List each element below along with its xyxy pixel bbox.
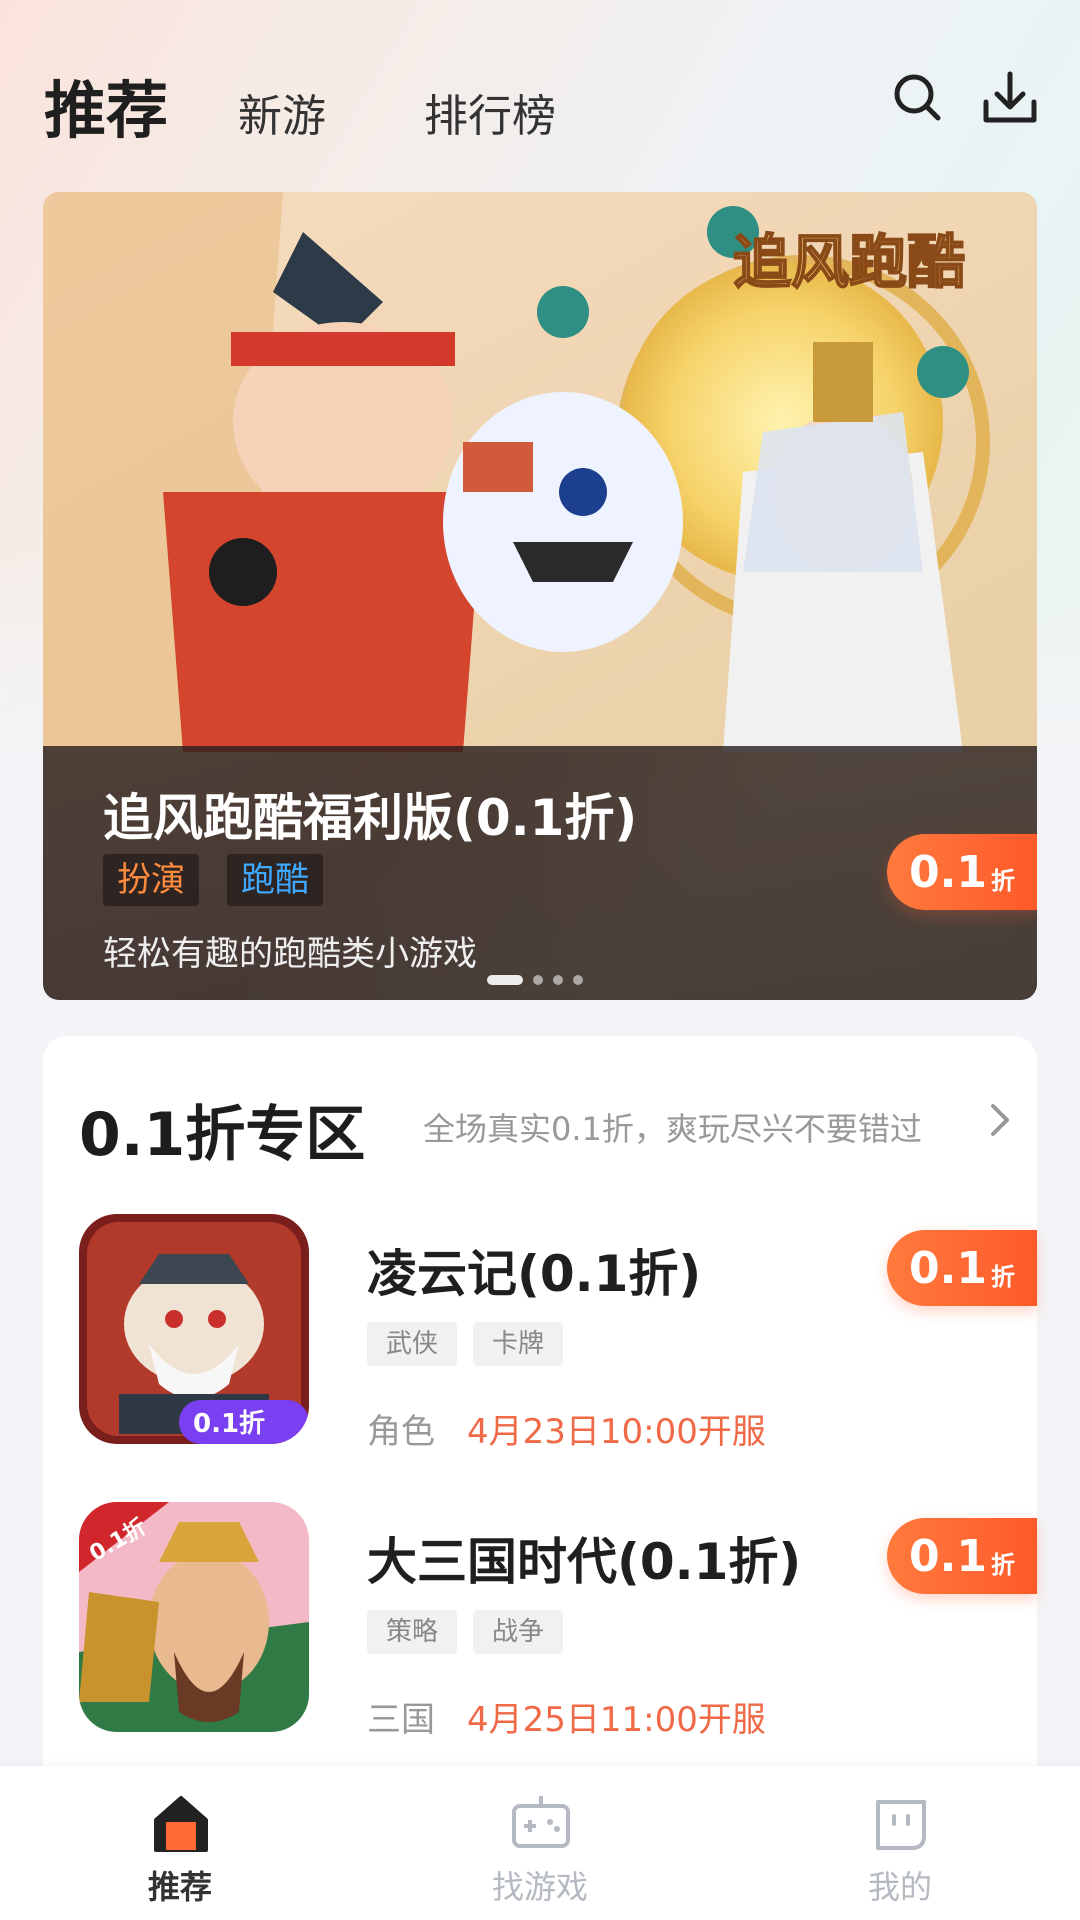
game-open-time: 4月25日11:00开服 [467, 1700, 766, 1740]
carousel-dot[interactable] [533, 975, 543, 985]
discount-unit: 折 [990, 1550, 1015, 1579]
discount-unit: 折 [990, 1262, 1015, 1291]
nav-label: 推荐 [147, 1868, 212, 1906]
game-name[interactable]: 凌云记(0.1折) [367, 1234, 701, 1306]
download-icon[interactable] [980, 68, 1040, 128]
featured-banner[interactable]: 追风跑酷 追风跑酷福利版(0.1折) 扮演 跑酷 轻松有趣的跑酷类小游戏 0.1… [43, 192, 1037, 1000]
game-icon-lingyunji[interactable]: 0.1折 [79, 1214, 309, 1444]
top-header: 推荐 新游 排行榜 [0, 0, 1080, 190]
game-list-item[interactable]: 0.1折 大三国时代(0.1折) 策略 战争 三国 4月25日11:00开服 0… [43, 1502, 1037, 1742]
game-icon-dasanguo[interactable]: 0.1折 [79, 1502, 309, 1732]
banner-tag-parkour: 跑酷 [227, 854, 323, 906]
profile-face-icon [876, 1800, 926, 1850]
game-tag: 武侠 [367, 1322, 457, 1366]
carousel-dot[interactable] [553, 975, 563, 985]
banner-description: 轻松有趣的跑酷类小游戏 [103, 934, 477, 974]
search-icon[interactable] [888, 68, 948, 128]
discount-unit: 折 [990, 866, 1015, 895]
nav-item-find-games[interactable]: 找游戏 [440, 1766, 640, 1920]
game-icon-badge: 0.1折 [193, 1409, 265, 1439]
nav-item-profile[interactable]: 我的 [800, 1766, 1000, 1920]
home-icon [154, 1796, 208, 1852]
game-icon-art: 0.1折 [79, 1214, 309, 1444]
discount-value: 0.1 [909, 1242, 987, 1294]
banner-tag-role: 扮演 [103, 854, 199, 906]
nav-item-recommend[interactable]: 推荐 [80, 1766, 280, 1920]
game-tag: 战争 [473, 1610, 563, 1654]
game-tag: 策略 [367, 1610, 457, 1654]
game-category: 三国 [367, 1700, 435, 1740]
carousel-dot[interactable] [573, 975, 583, 985]
game-open-time: 4月23日10:00开服 [467, 1412, 766, 1452]
section-title: 0.1折专区 [79, 1100, 366, 1170]
discount-value: 0.1 [909, 1530, 987, 1582]
tab-ranking[interactable]: 排行榜 [424, 80, 556, 144]
game-discount-badge[interactable]: 0.1 折 [887, 1518, 1037, 1594]
banner-artwork: 追风跑酷 [43, 192, 1037, 752]
banner-discount-badge[interactable]: 0.1 折 [887, 834, 1037, 910]
nav-label: 找游戏 [491, 1868, 588, 1906]
banner-logo-text: 追风跑酷 [733, 228, 965, 296]
game-icon-art: 0.1折 [79, 1502, 309, 1732]
carousel-indicator [487, 974, 583, 986]
bottom-navigation: 推荐 找游戏 我的 [0, 1766, 1080, 1920]
gamepad-icon [512, 1796, 570, 1848]
banner-title: 追风跑酷福利版(0.1折) [103, 789, 638, 847]
game-list-item[interactable]: 0.1折 凌云记(0.1折) 武侠 卡牌 角色 4月23日10:00开服 0.1… [43, 1214, 1037, 1454]
game-category: 角色 [367, 1412, 435, 1452]
section-subtitle[interactable]: 全场真实0.1折，爽玩尽兴不要错过 [423, 1104, 922, 1150]
game-tag: 卡牌 [473, 1322, 563, 1366]
game-name[interactable]: 大三国时代(0.1折) [367, 1522, 801, 1594]
carousel-dot-active[interactable] [487, 975, 523, 985]
game-discount-badge[interactable]: 0.1 折 [887, 1230, 1037, 1306]
discount-value: 0.1 [909, 846, 987, 898]
nav-label: 我的 [867, 1868, 932, 1906]
tab-new-games[interactable]: 新游 [238, 80, 326, 144]
tab-recommend[interactable]: 推荐 [44, 60, 168, 150]
discount-zone-card: 0.1折专区 全场真实0.1折，爽玩尽兴不要错过 0.1折 凌云记(0.1折) … [43, 1036, 1037, 1796]
chevron-right-icon[interactable] [985, 1100, 1015, 1140]
